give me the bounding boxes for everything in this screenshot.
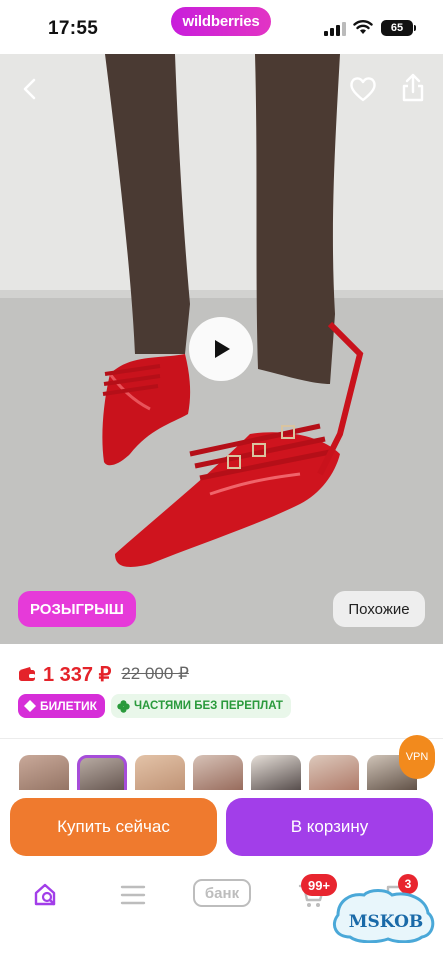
wallet-icon: [19, 667, 35, 681]
product-image[interactable]: РОЗЫГРЫШ Похожие: [0, 54, 443, 644]
nav-home[interactable]: [26, 878, 66, 912]
bank-label: банк: [204, 884, 240, 902]
nav-catalog[interactable]: [113, 878, 153, 912]
battery-level: 65: [390, 22, 404, 34]
status-time: 17:55: [48, 18, 99, 39]
play-icon: [215, 340, 230, 358]
nav-bank[interactable]: банк: [193, 879, 251, 907]
status-bar: 17:55 wildberries 65: [0, 0, 443, 54]
buy-now-button[interactable]: Купить сейчас: [10, 798, 217, 856]
share-icon[interactable]: [398, 72, 428, 104]
raffle-badge[interactable]: РОЗЫГРЫШ: [18, 591, 136, 627]
installments-tag-label: ЧАСТЯМИ БЕЗ ПЕРЕПЛАТ: [133, 700, 283, 712]
ticket-icon: [24, 700, 36, 712]
play-video-button[interactable]: [189, 317, 253, 381]
price-current: 1 337 ₽: [43, 663, 112, 686]
price-row: 1 337 ₽ 22 000 ₽: [18, 660, 189, 688]
signal-icon: [324, 22, 346, 36]
heart-icon[interactable]: [348, 74, 378, 104]
back-arrow-icon[interactable]: [14, 72, 48, 106]
ticket-tag[interactable]: БИЛЕТИК: [18, 694, 105, 718]
price-old: 22 000 ₽: [121, 664, 189, 683]
wildberries-logo: wildberries: [171, 7, 271, 36]
watermark-text: MSKOB: [348, 912, 424, 932]
similar-button[interactable]: Похожие: [333, 591, 425, 627]
thumbnail-strip: [0, 738, 443, 801]
battery-icon: 65: [381, 20, 416, 36]
ticket-tag-label: БИЛЕТИК: [40, 699, 97, 713]
wifi-icon: [353, 20, 373, 34]
action-bar: Купить сейчас В корзину: [0, 790, 443, 866]
home-search-icon: [34, 883, 56, 906]
add-to-cart-button[interactable]: В корзину: [226, 798, 433, 856]
menu-icon: [120, 885, 146, 905]
brand-label: wildberries: [182, 13, 260, 30]
installments-tag[interactable]: ЧАСТЯМИ БЕЗ ПЕРЕПЛАТ: [110, 694, 291, 718]
vpn-badge: VPN: [399, 735, 435, 779]
clover-icon: [117, 699, 130, 713]
tags-row: БИЛЕТИК ЧАСТЯМИ БЕЗ ПЕРЕПЛАТ: [18, 694, 291, 718]
